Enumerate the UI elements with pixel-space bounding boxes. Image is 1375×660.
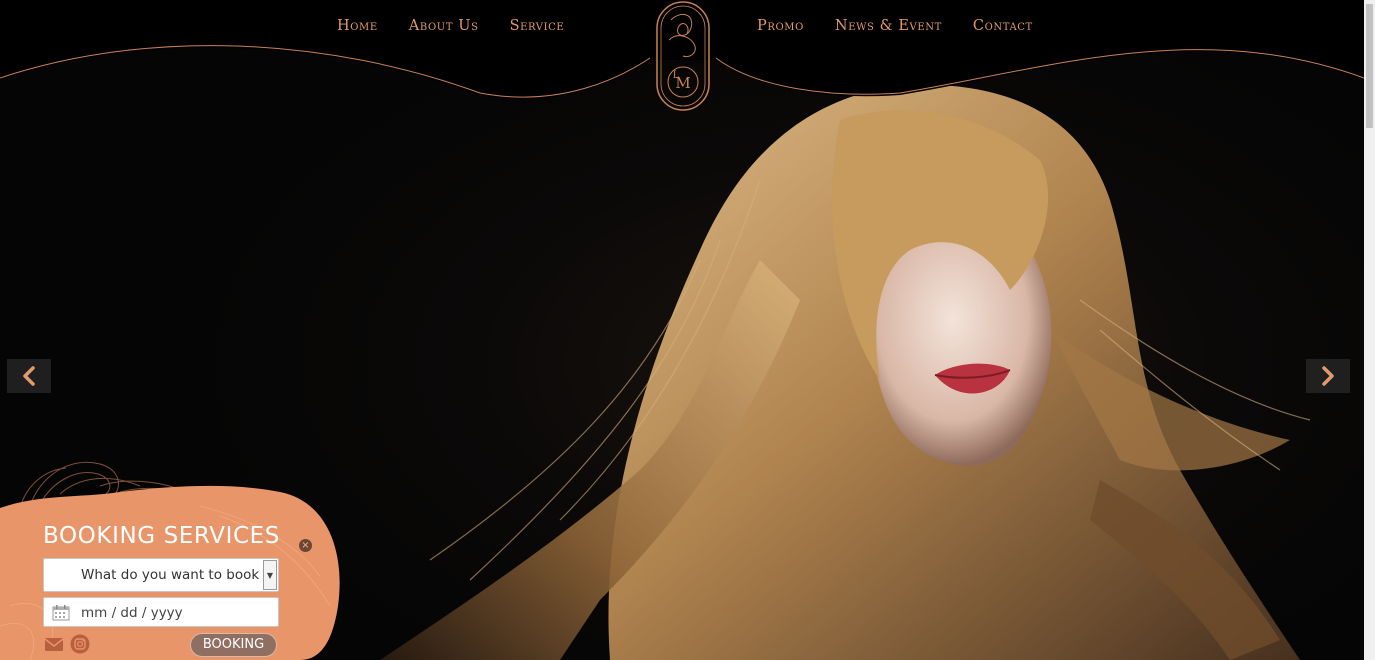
carousel-prev-button[interactable] bbox=[7, 359, 51, 393]
nav-promo[interactable]: Promo bbox=[757, 18, 804, 42]
nav-service[interactable]: Service bbox=[510, 18, 565, 42]
main-nav-left: Home About Us Service bbox=[337, 18, 564, 42]
mail-icon[interactable] bbox=[44, 634, 64, 654]
carousel-next-button[interactable] bbox=[1306, 359, 1350, 393]
chevron-left-icon bbox=[23, 366, 35, 386]
instagram-icon[interactable] bbox=[70, 634, 90, 654]
scrollbar-thumb[interactable] bbox=[1366, 4, 1373, 128]
nav-news-event[interactable]: News & Event bbox=[835, 18, 942, 42]
date-input[interactable]: mm / dd / yyyy bbox=[43, 597, 279, 627]
monogram-logo-icon[interactable]: M L bbox=[651, 0, 715, 114]
service-select-value: What do you want to book bbox=[81, 567, 260, 583]
svg-text:L: L bbox=[673, 70, 680, 81]
chevron-down-icon[interactable]: ▼ bbox=[263, 560, 277, 590]
nav-about-us[interactable]: About Us bbox=[409, 18, 479, 42]
page-scrollbar[interactable] bbox=[1364, 0, 1375, 660]
nav-contact[interactable]: Contact bbox=[973, 18, 1033, 42]
service-select[interactable]: What do you want to book ▼ bbox=[43, 558, 279, 592]
booking-submit-button[interactable]: BOOKING bbox=[190, 633, 277, 657]
close-icon[interactable]: × bbox=[299, 539, 312, 552]
date-input-placeholder: mm / dd / yyyy bbox=[81, 605, 183, 621]
booking-title: BOOKING SERVICES bbox=[43, 523, 280, 549]
calendar-icon[interactable] bbox=[52, 604, 70, 621]
booking-panel-background bbox=[0, 461, 340, 660]
chevron-right-icon bbox=[1322, 366, 1334, 386]
booking-widget: BOOKING SERVICES × What do you want to b… bbox=[0, 446, 345, 660]
main-nav-right: Promo News & Event Contact bbox=[757, 18, 1033, 42]
nav-home[interactable]: Home bbox=[337, 18, 378, 42]
